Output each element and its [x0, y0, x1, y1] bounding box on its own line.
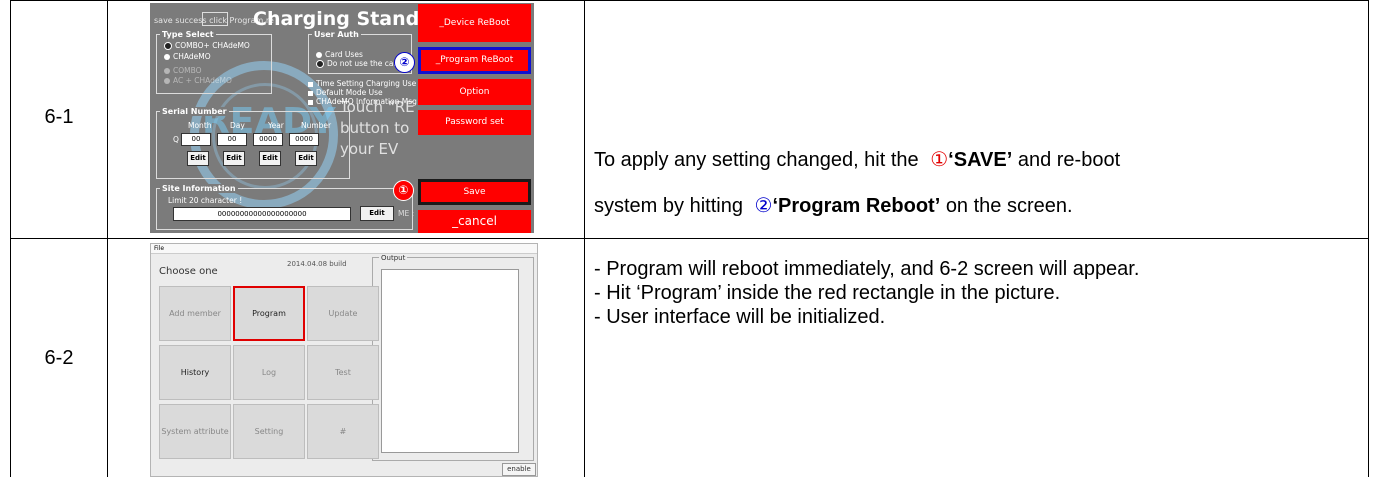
row-label-6-2: 6-2: [44, 347, 74, 369]
table-col1-border: [107, 0, 108, 477]
row2-bullet-3: - User interface will be initialized.: [594, 306, 886, 328]
circled-one-marker: ①: [930, 149, 949, 171]
serial-month-field[interactable]: 00: [181, 133, 211, 146]
hash-button[interactable]: #: [307, 404, 379, 459]
circled-two-marker: ②: [754, 195, 773, 217]
line1-prefix: To apply any setting changed, hit the: [594, 149, 919, 171]
program-select-screenshot: File Choose one 2014.04.08 build Output …: [150, 243, 538, 477]
type-option-ac-chademo[interactable]: AC + CHAdeMO: [164, 76, 232, 85]
limit-text: Limit 20 character !: [168, 196, 243, 205]
output-text-area[interactable]: [381, 269, 519, 453]
row2-bullet-2: - Hit ‘Program’ inside the red rectangle…: [594, 282, 1061, 304]
row1-description-line1: To apply any setting changed, hit the ①‘…: [594, 147, 1120, 172]
radio-icon: [164, 78, 170, 84]
check-label: CHAdeMO Information Msg: [316, 97, 417, 106]
program-reboot-button[interactable]: _Program ReBoot: [418, 47, 531, 74]
build-label: 2014.04.08 build: [287, 260, 347, 268]
serial-day-field[interactable]: 00: [217, 133, 247, 146]
auth-option-label: Card Uses: [325, 50, 363, 59]
table-right-border: [1368, 0, 1369, 477]
document-table: 6-1 6-2 To apply any setting changed, hi…: [0, 0, 1374, 477]
output-label: Output: [379, 254, 408, 262]
check-chademo-info[interactable]: CHAdeMO Information Msg: [308, 97, 417, 106]
checkbox-icon: [308, 99, 313, 105]
save-emphasis: ‘SAVE’: [948, 149, 1013, 171]
checkbox-icon: [308, 90, 313, 96]
check-default-mode[interactable]: Default Mode Use: [308, 88, 383, 97]
radio-selected-icon: [316, 60, 324, 68]
radio-icon: [164, 68, 170, 74]
table-col2-border: [584, 0, 585, 477]
line2-prefix: system by hitting: [594, 195, 743, 217]
row-label-6-1: 6-1: [44, 106, 74, 128]
cancel-button[interactable]: _cancel: [418, 210, 531, 233]
checkbox-icon: [308, 81, 313, 87]
row2-bullet-1: - Program will reboot immediately, and 6…: [594, 258, 1140, 280]
type-option-label: CHAdeMO: [173, 52, 211, 61]
setting-button[interactable]: Setting: [233, 404, 305, 459]
update-button[interactable]: Update: [307, 286, 379, 341]
log-button[interactable]: Log: [233, 345, 305, 400]
auth-option-card[interactable]: Card Uses: [316, 50, 363, 59]
radio-icon: [164, 54, 170, 60]
me-label: ME :: [398, 209, 415, 218]
line2-suffix: on the screen.: [945, 195, 1073, 217]
site-edit-button[interactable]: Edit: [360, 206, 394, 221]
serial-header-number: Number: [301, 121, 332, 130]
check-time-setting[interactable]: Time Setting Charging Use: [308, 79, 416, 88]
type-option-label: COMBO: [173, 66, 202, 75]
table-top-border: [10, 0, 1369, 1]
touch-text-2: button to: [340, 119, 410, 137]
radio-icon: [316, 52, 322, 58]
table-left-border: [10, 0, 11, 477]
test-button[interactable]: Test: [307, 345, 379, 400]
history-button[interactable]: History: [159, 345, 231, 400]
type-select-label: Type Select: [160, 30, 216, 39]
serial-year-field[interactable]: 0000: [253, 133, 283, 146]
small-top-box: [202, 12, 228, 26]
system-attribute-button[interactable]: System attribute: [159, 404, 231, 459]
edit-year-button[interactable]: Edit: [259, 151, 281, 166]
edit-day-button[interactable]: Edit: [223, 151, 245, 166]
marker-two-icon: ②: [394, 52, 415, 73]
enable-button[interactable]: enable: [502, 463, 536, 476]
option-button[interactable]: Option: [418, 79, 531, 105]
type-option-label: COMBO+ CHAdeMO: [175, 41, 250, 50]
choose-one-label: Choose one: [159, 266, 218, 277]
serial-header-day: Day: [230, 121, 245, 130]
serial-number-field[interactable]: 0000: [289, 133, 319, 146]
serial-header-month: Month: [188, 121, 212, 130]
edit-month-button[interactable]: Edit: [187, 151, 209, 166]
marker-one-icon: ①: [393, 180, 414, 201]
site-value-field[interactable]: 00000000000000000000: [173, 207, 351, 221]
type-option-combo-chademo[interactable]: COMBO+ CHAdeMO: [164, 41, 250, 50]
row1-description-line2: system by hitting ②‘Program Reboot’ on t…: [594, 193, 1073, 218]
program-reboot-emphasis: ‘Program Reboot’: [772, 195, 941, 217]
site-information-label: Site Information: [160, 184, 238, 193]
program-button[interactable]: Program: [233, 286, 305, 341]
check-label: Default Mode Use: [316, 88, 383, 97]
radio-selected-icon: [164, 42, 172, 50]
user-auth-label: User Auth: [312, 30, 361, 39]
type-option-combo[interactable]: COMBO: [164, 66, 202, 75]
auth-option-label: Do not use the card: [327, 59, 402, 68]
auth-option-no-card[interactable]: Do not use the card: [316, 59, 401, 68]
password-set-button[interactable]: Password set: [418, 110, 531, 135]
serial-prefix: Q: [173, 135, 179, 144]
check-label: Time Setting Charging Use: [316, 79, 417, 88]
charging-standby-screenshot: READY Touch "RE button to your EV save s…: [150, 3, 534, 233]
edit-number-button[interactable]: Edit: [295, 151, 317, 166]
add-member-button[interactable]: Add member: [159, 286, 231, 341]
file-menu[interactable]: File: [151, 244, 537, 254]
save-button[interactable]: Save: [418, 179, 531, 205]
type-option-chademo[interactable]: CHAdeMO: [164, 52, 211, 61]
device-reboot-button[interactable]: _Device ReBoot: [418, 4, 531, 42]
type-option-label: AC + CHAdeMO: [173, 76, 232, 85]
table-middle-border: [10, 238, 1369, 239]
serial-number-label: Serial Number: [160, 107, 229, 116]
serial-header-year: Year: [268, 121, 284, 130]
line1-suffix: and re-boot: [1017, 149, 1121, 171]
